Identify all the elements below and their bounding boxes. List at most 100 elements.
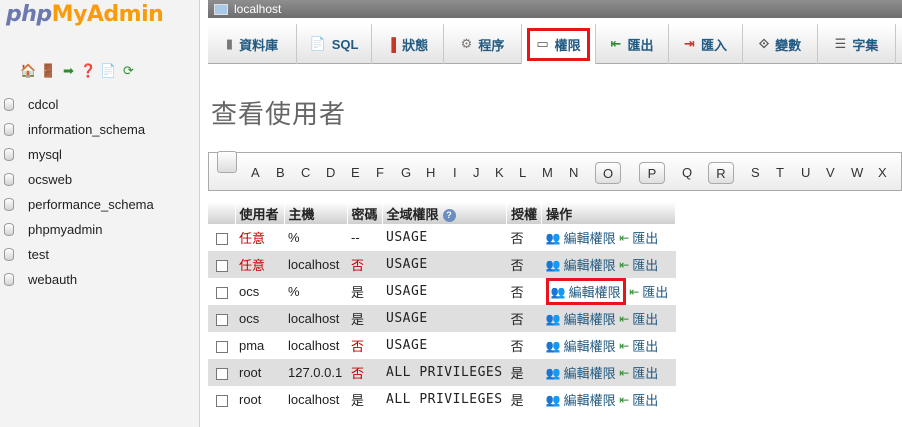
edit-privileges-link[interactable]: 👥 編輯權限 [546, 363, 616, 382]
initial-link[interactable]: H [426, 165, 435, 180]
tab-databases[interactable]: ▮ 資料庫 [208, 24, 297, 64]
database-item[interactable]: ocsweb [4, 167, 154, 192]
edit-privileges-link[interactable]: 👥 編輯權限 [546, 336, 616, 355]
home-icon[interactable]: 🏠 [20, 62, 37, 79]
initial-link[interactable]: Q [682, 165, 692, 180]
server-name: localhost [234, 2, 282, 16]
tab-variables[interactable]: ⟐ 變數 [743, 24, 818, 64]
column-header-host[interactable]: 主機 [284, 202, 348, 224]
column-header-global-privileges: 全域權限? [382, 202, 508, 224]
database-icon [4, 98, 14, 111]
export-user-link[interactable]: ⇤ 匯出 [619, 336, 658, 355]
row-checkbox[interactable] [216, 394, 228, 407]
query-window-icon[interactable]: ➡ [60, 62, 77, 79]
password-cell: -- [347, 224, 383, 251]
tab-import[interactable]: ⇥ 匯入 [669, 24, 743, 64]
initial-link[interactable]: X [878, 165, 887, 180]
password-cell: 否 [347, 332, 383, 359]
database-item[interactable]: webauth [4, 267, 154, 292]
database-item[interactable]: information_schema [4, 117, 154, 142]
tab-privileges-highlight: ▭ 權限 [527, 27, 590, 61]
tab-sql[interactable]: 📄 SQL [297, 24, 372, 64]
global-privileges-cell: ALL PRIVILEGES [382, 386, 507, 413]
help-icon[interactable]: ? [442, 208, 456, 222]
import-icon: ⇥ [684, 36, 695, 51]
initial-link[interactable]: N [569, 165, 578, 180]
initial-link[interactable]: M [542, 165, 553, 180]
initial-link[interactable]: L [519, 165, 526, 180]
tab-status[interactable]: ▐ 狀態 [372, 24, 444, 64]
server-breadcrumb[interactable]: localhost [208, 0, 902, 18]
initial-link[interactable]: F [376, 165, 384, 180]
tab-privileges[interactable]: ▭ 權限 [522, 24, 596, 64]
database-icon [4, 223, 14, 236]
export-user-link[interactable]: ⇤ 匯出 [619, 390, 658, 409]
export-icon: ⇤ [619, 392, 630, 407]
password-cell: 是 [347, 386, 383, 413]
main-content: localhost ▮ 資料庫 📄 SQL ▐ 狀態 ⚙ 程序 ▭ 權限 ⇤ 匯出 ⇥ 匯入 … [208, 0, 902, 427]
row-checkbox[interactable] [216, 286, 228, 299]
initial-link[interactable]: E [351, 165, 360, 180]
action-cell: 👥 編輯權限 ⇤ 匯出 [541, 224, 676, 251]
reload-icon[interactable]: ⟳ [120, 62, 137, 79]
host-cell: % [284, 224, 347, 251]
export-icon: ⇤ [619, 230, 630, 245]
documentation-icon[interactable]: 📄 [100, 62, 117, 79]
initial-link-active[interactable]: O [595, 162, 621, 184]
user-cell: root [235, 386, 284, 413]
column-header-user[interactable]: 使用者 [235, 202, 285, 224]
row-checkbox[interactable] [216, 232, 228, 245]
export-user-link[interactable]: ⇤ 匯出 [619, 309, 658, 328]
initial-link[interactable]: J [473, 165, 480, 180]
initial-link[interactable]: V [826, 165, 835, 180]
row-checkbox[interactable] [216, 340, 228, 353]
export-user-link[interactable]: ⇤ 匯出 [619, 363, 658, 382]
edit-privileges-highlight: 👥 編輯權限 [545, 278, 626, 305]
initial-link[interactable]: S [751, 165, 760, 180]
password-cell: 否 [347, 251, 383, 278]
table-row: pma localhost 否 USAGE 否 👥 編輯權限 ⇤ 匯出 [208, 332, 676, 359]
logout-icon[interactable]: 🚪 [40, 62, 57, 79]
tab-processes[interactable]: ⚙ 程序 [444, 24, 522, 64]
row-checkbox[interactable] [216, 259, 228, 272]
initial-link[interactable]: G [401, 165, 411, 180]
action-cell: 👥 編輯權限 ⇤ 匯出 [541, 278, 676, 305]
initial-link[interactable]: I [453, 165, 457, 180]
global-privileges-cell: USAGE [382, 224, 507, 251]
initial-link[interactable]: A [251, 165, 260, 180]
row-checkbox[interactable] [216, 313, 228, 326]
user-cell: ocs [235, 305, 284, 332]
edit-privileges-link[interactable]: 👥 編輯權限 [546, 390, 616, 409]
initial-link[interactable]: C [301, 165, 310, 180]
export-user-link[interactable]: ⇤ 匯出 [629, 282, 668, 301]
phpmyadmin-logo[interactable]: phpMyAdmin [6, 2, 164, 27]
initial-link[interactable]: B [276, 165, 285, 180]
tab-charsets[interactable]: ☰ 字集 [818, 24, 896, 64]
database-icon [4, 148, 14, 161]
database-item[interactable]: cdcol [4, 92, 154, 117]
export-user-link[interactable]: ⇤ 匯出 [619, 255, 658, 274]
variables-icon: ⟐ [758, 36, 770, 51]
initial-link[interactable]: K [495, 165, 504, 180]
initial-link-active[interactable]: R [708, 162, 734, 184]
edit-privileges-link[interactable]: 👥 編輯權限 [546, 228, 616, 247]
table-header-row: 使用者 主機 密碼 全域權限? 授權 操作 [208, 202, 677, 224]
database-item[interactable]: mysql [4, 142, 154, 167]
database-item[interactable]: performance_schema [4, 192, 154, 217]
initial-link-active[interactable]: P [639, 162, 665, 184]
database-item[interactable]: test [4, 242, 154, 267]
grant-cell: 否 [506, 332, 542, 359]
initial-link[interactable]: T [776, 165, 784, 180]
row-checkbox[interactable] [216, 367, 228, 380]
tab-export[interactable]: ⇤ 匯出 [596, 24, 669, 64]
initial-link[interactable]: D [326, 165, 335, 180]
initial-link[interactable]: W [851, 165, 863, 180]
edit-privileges-link[interactable]: 👥 編輯權限 [546, 309, 616, 328]
database-item[interactable]: phpmyadmin [4, 217, 154, 242]
help-icon[interactable]: ❓ [80, 62, 97, 79]
initial-link[interactable]: U [801, 165, 810, 180]
filter-slider-handle[interactable] [217, 151, 237, 173]
edit-privileges-link[interactable]: 👥 編輯權限 [546, 255, 616, 274]
export-user-link[interactable]: ⇤ 匯出 [619, 228, 658, 247]
edit-privileges-link[interactable]: 👥 編輯權限 [551, 282, 621, 301]
